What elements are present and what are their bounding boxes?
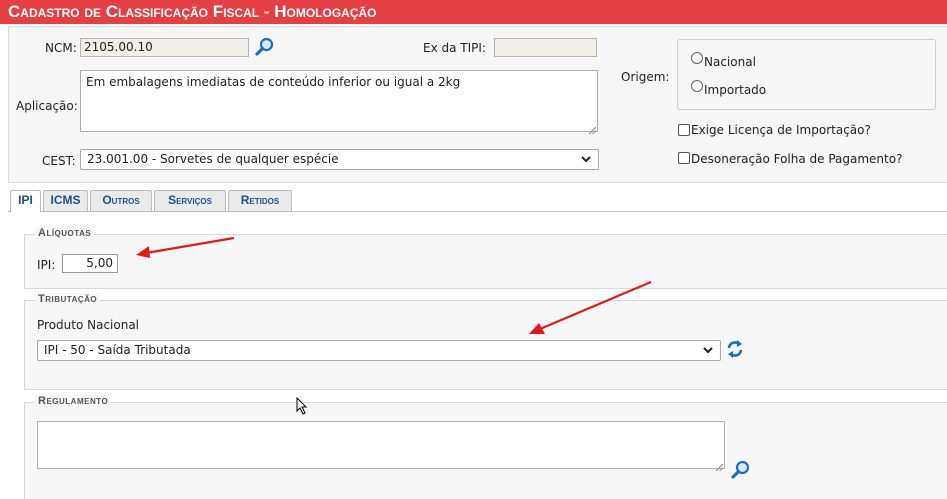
regulamento-search-icon[interactable] xyxy=(731,460,751,483)
origem-label: Origem: xyxy=(621,70,670,84)
origem-nacional-radio[interactable] xyxy=(691,52,703,64)
tributacao-ipi-select[interactable]: IPI - 50 - Saída Tributada xyxy=(37,340,721,361)
origem-importado-radio[interactable] xyxy=(691,80,703,92)
ipi-aliquota-input[interactable]: 5,00 xyxy=(62,254,118,273)
resize-grip-icon[interactable] xyxy=(715,460,724,474)
desoneracao-checkbox[interactable] xyxy=(678,152,690,164)
cest-select-value: 23.001.00 - Sorvetes de qualquer espécie xyxy=(87,152,339,166)
ipi-aliquota-label: IPI: xyxy=(37,258,56,272)
exige-licenca-label: Exige Licença de Importação? xyxy=(691,123,871,137)
mouse-cursor-icon xyxy=(296,396,308,418)
window-title: Cadastro de Classificação Fiscal - Homol… xyxy=(0,0,947,24)
origem-radio-group xyxy=(677,39,936,110)
cest-label: CEST: xyxy=(42,154,76,168)
tab-retidos[interactable]: Retidos xyxy=(228,190,292,211)
origem-importado-label: Importado xyxy=(704,83,767,97)
ex-tipi-label: Ex da TIPI: xyxy=(423,41,486,55)
exige-licenca-checkbox[interactable] xyxy=(678,124,690,136)
regulamento-legend: Regulamento xyxy=(35,395,112,407)
aplicacao-label: Aplicação: xyxy=(16,99,78,113)
tab-icms[interactable]: ICMS xyxy=(43,190,88,211)
tab-ipi[interactable]: IPI xyxy=(10,190,41,212)
aplicacao-textarea[interactable]: Em embalagens imediatas de conteúdo infe… xyxy=(80,70,598,132)
tab-servicos[interactable]: Serviços xyxy=(154,190,226,211)
cest-select[interactable]: 23.001.00 - Sorvetes de qualquer espécie xyxy=(80,149,599,170)
ncm-label: NCM: xyxy=(45,41,77,55)
ex-tipi-input[interactable] xyxy=(494,38,597,57)
produto-nacional-label: Produto Nacional xyxy=(37,318,140,332)
ncm-input[interactable]: 2105.00.10 xyxy=(80,38,249,57)
chevron-down-icon xyxy=(580,153,592,168)
origem-nacional-label: Nacional xyxy=(704,55,756,69)
resize-grip-icon[interactable] xyxy=(588,123,597,137)
tab-outros[interactable]: Outros xyxy=(90,190,152,211)
regulamento-textarea[interactable] xyxy=(37,421,725,469)
aliquotas-legend: Alíquotas xyxy=(35,227,95,239)
ncm-search-icon[interactable] xyxy=(255,37,275,60)
chevron-down-icon xyxy=(702,344,714,359)
desoneracao-label: Desoneração Folha de Pagamento? xyxy=(691,152,903,166)
tab-strip-border xyxy=(8,211,947,212)
tributacao-ipi-select-value: IPI - 50 - Saída Tributada xyxy=(44,343,191,357)
aliquotas-fieldset xyxy=(24,234,947,289)
refresh-icon[interactable] xyxy=(726,339,744,362)
tributacao-legend: Tributação xyxy=(35,293,101,305)
